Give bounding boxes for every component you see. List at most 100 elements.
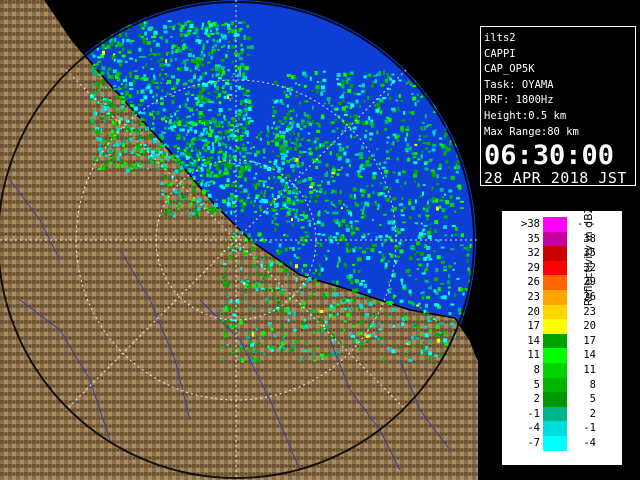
echo-cell xyxy=(188,152,192,157)
echo-cell xyxy=(91,66,95,71)
echo-cell xyxy=(170,95,175,97)
echo-cell xyxy=(448,312,452,315)
echo-cell xyxy=(214,26,218,29)
echo-cell xyxy=(424,333,429,338)
echo-cell xyxy=(332,203,335,206)
echo-cell xyxy=(99,151,103,155)
legend-low: 8 xyxy=(533,364,540,376)
echo-cell xyxy=(329,151,332,156)
echo-cell xyxy=(159,72,162,77)
echo-cell xyxy=(239,69,241,74)
echo-cell xyxy=(406,127,409,129)
echo-cell xyxy=(236,146,240,149)
echo-cell xyxy=(383,192,386,196)
echo-cell xyxy=(207,34,211,38)
echo-cell xyxy=(192,113,195,116)
echo-cell xyxy=(159,36,162,39)
echo-cell xyxy=(417,158,421,161)
echo-cell xyxy=(308,200,311,203)
echo-cell xyxy=(255,150,260,155)
echo-cell xyxy=(337,82,342,86)
echo-cell xyxy=(199,103,204,107)
echo-cell xyxy=(217,136,222,140)
echo-cell xyxy=(114,55,116,58)
echo-cell xyxy=(206,168,211,173)
echo-cell xyxy=(178,49,183,53)
echo-cell xyxy=(155,86,159,89)
echo-cell xyxy=(295,192,299,195)
echo-cell xyxy=(302,325,305,329)
echo-cell xyxy=(409,293,412,297)
echo-cell xyxy=(184,21,188,26)
echo-cell xyxy=(150,68,154,70)
echo-cell xyxy=(136,90,139,95)
echo-cell xyxy=(203,53,206,57)
echo-cell xyxy=(343,113,348,116)
echo-cell xyxy=(300,218,305,221)
echo-cell xyxy=(160,102,164,106)
echo-cell xyxy=(241,20,246,24)
echo-cell xyxy=(248,104,253,107)
echo-cell xyxy=(100,128,103,132)
echo-cell xyxy=(247,168,251,172)
echo-cell xyxy=(222,199,227,204)
echo-cell xyxy=(207,109,212,112)
echo-cell xyxy=(385,150,389,154)
echo-cell xyxy=(174,204,178,207)
echo-cell xyxy=(312,352,315,357)
echo-cell xyxy=(397,347,400,349)
echo-cell xyxy=(139,139,143,141)
echo-cell xyxy=(176,190,181,195)
echo-cell xyxy=(371,323,376,328)
echo-cell xyxy=(130,127,135,130)
echo-cell xyxy=(286,112,291,116)
legend-high: 5 xyxy=(589,393,596,406)
echo-cell xyxy=(337,156,342,161)
echo-cell xyxy=(223,118,227,121)
echo-cell xyxy=(379,224,382,226)
echo-cell xyxy=(217,155,220,160)
echo-cell xyxy=(137,148,141,152)
echo-cell xyxy=(225,82,230,86)
echo-cell xyxy=(355,99,359,104)
echo-cell xyxy=(440,260,445,264)
echo-cell xyxy=(109,145,112,148)
echo-cell xyxy=(225,211,228,214)
echo-cell xyxy=(450,175,455,180)
echo-cell xyxy=(243,114,246,118)
radar-map[interactable] xyxy=(0,0,478,480)
echo-cell xyxy=(187,129,190,134)
info-panel: ilts2 CAPPI CAP_OP5K Task: OYAMA PRF: 18… xyxy=(480,26,636,187)
echo-cell xyxy=(281,168,284,170)
echo-cell xyxy=(449,141,452,146)
echo-cell xyxy=(242,92,247,96)
echo-cell xyxy=(440,282,445,285)
echo-cell xyxy=(231,201,236,205)
echo-cell xyxy=(310,182,315,186)
echo-cell xyxy=(380,110,383,115)
echo-cell xyxy=(374,104,377,107)
echo-cell xyxy=(427,358,430,360)
echo-cell xyxy=(308,132,311,135)
echo-cell xyxy=(412,248,416,251)
legend-low: 5 xyxy=(533,378,540,391)
echo-cell xyxy=(338,256,341,260)
echo-cell xyxy=(208,25,211,29)
echo-cell xyxy=(106,44,111,49)
echo-cell xyxy=(179,128,183,132)
echo-cell xyxy=(274,137,278,140)
echo-cell xyxy=(150,159,153,164)
echo-cell xyxy=(297,241,301,245)
echo-cell xyxy=(431,148,436,152)
echo-cell xyxy=(227,23,231,28)
echo-cell xyxy=(321,143,325,148)
echo-cell xyxy=(273,161,277,166)
echo-cell xyxy=(133,70,138,72)
echo-cell xyxy=(429,223,432,226)
echo-cell xyxy=(322,70,326,73)
echo-cell xyxy=(263,264,266,267)
echo-cell xyxy=(351,263,355,266)
echo-cell xyxy=(426,216,429,221)
echo-cell xyxy=(142,55,147,58)
echo-cell xyxy=(250,307,255,310)
